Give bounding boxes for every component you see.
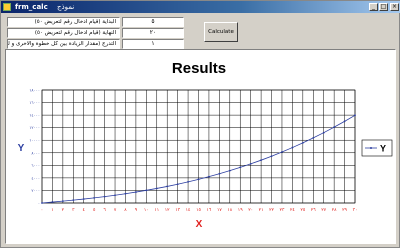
x-tick-label: ١٩: [238, 208, 243, 213]
data-point: [218, 172, 221, 175]
x-tick-label: ٥: [93, 208, 96, 213]
x-tick-label: ٢٦: [311, 208, 316, 213]
x-tick-label: ٩: [135, 208, 138, 213]
step-input[interactable]: ١: [122, 39, 184, 49]
chart-title: Results: [172, 60, 226, 77]
data-point: [249, 162, 252, 165]
x-tick-label: ٣: [72, 207, 75, 213]
x-tick-label: ٤: [83, 208, 86, 213]
maximize-button[interactable]: □: [379, 3, 388, 11]
x-tick-label: ٢١: [259, 208, 264, 213]
y-tick-label: ٨٠٠٠: [31, 150, 40, 155]
end-label: النهاية (قيام ادخال رقم لتعريض ٥٠): [7, 28, 120, 38]
y-axis-label: Y: [18, 143, 25, 154]
data-point: [41, 202, 43, 204]
x-tick-label: ١: [51, 208, 53, 213]
x-tick-label: ١٢: [165, 208, 170, 213]
data-point: [239, 166, 242, 169]
data-point: [322, 131, 325, 134]
data-point: [208, 175, 210, 178]
data-point: [301, 141, 304, 144]
data-point: [155, 187, 158, 190]
data-point: [281, 151, 283, 153]
data-point: [93, 196, 96, 199]
data-point: [135, 191, 137, 193]
chart-svg: Results٠ ١ ٢ ٣ ٤ ٥ ٦ ٧ ٨ ٩ ١٠ ١١ ١٢ ١٣ ١٤ ١٥ ١٦ ١٧ ١٨ ١٩ ٢٠ ٢…: [18, 60, 393, 230]
data-point: [124, 192, 127, 195]
y-tick-label: ١٠٠٠٠: [29, 138, 40, 143]
x-tick-label: ١٨: [227, 208, 232, 213]
data-point: [114, 194, 116, 197]
data-point: [145, 189, 148, 192]
x-tick-label: ٢: [62, 208, 65, 213]
x-tick-label: ٢٧: [321, 208, 326, 213]
x-tick-label: ٢٣: [280, 207, 285, 213]
x-tick-label: ١٠: [144, 208, 149, 213]
x-tick-label: ٦: [103, 208, 106, 213]
app-icon: [3, 3, 11, 11]
data-point: [187, 180, 189, 183]
x-tick-label: ٢٠: [248, 208, 253, 213]
data-point: [260, 159, 262, 162]
data-point: [51, 201, 54, 203]
x-tick-label: ١٥: [196, 208, 201, 213]
data-point: [354, 114, 356, 117]
x-tick-label: ٢٤: [290, 208, 295, 213]
x-axis-label: X: [196, 219, 203, 230]
y-tick-label: ١٦٠٠٠: [29, 100, 40, 105]
calculate-button[interactable]: Calculate: [204, 22, 238, 42]
y-tick-label: ٢٠٠٠: [31, 188, 40, 193]
y-tick-label: ١٨٠٠٠: [29, 88, 40, 93]
x-tick-label: ١٦: [207, 208, 212, 213]
x-tick-label: ٣٠: [353, 207, 358, 213]
start-label: البداية (قيام ادخال رقم لتعريض ٥٠): [7, 17, 120, 27]
app-window: frm_calc نموذج _ □ × ٥ البداية (قيام ادخ…: [0, 0, 400, 248]
legend-marker: [370, 147, 372, 149]
data-point: [312, 136, 315, 139]
y-tick-label: ٠: [38, 201, 40, 206]
x-tick-label: ١٣: [175, 207, 180, 213]
window-title-arabic: نموذج: [57, 3, 75, 11]
minimize-button[interactable]: _: [369, 3, 378, 11]
data-point: [197, 178, 200, 181]
x-tick-label: ٢٨: [332, 208, 337, 213]
y-tick-label: ٤٠٠٠: [31, 175, 40, 180]
data-point: [291, 146, 294, 149]
results-chart: Results ٠ ١ ٢ ٣ ٤ ٥ ٦ ٧ ٨ ٩ ١٠ ١١ ١٢ ١٣ ١٤ ١٥ ١٦ ١٧ ١٨ ١٩ ٢٠ ٢…: [6, 50, 395, 243]
y-tick-label: ٦٠٠٠: [31, 163, 40, 168]
x-tick-label: ٠: [41, 208, 43, 213]
x-tick-label: ١٤: [186, 208, 191, 213]
close-button[interactable]: ×: [390, 3, 399, 11]
y-tick-label: ١٤٠٠٠: [29, 113, 40, 118]
end-input[interactable]: ٢٠: [122, 28, 184, 38]
data-point: [333, 126, 336, 129]
data-point: [103, 195, 106, 198]
x-tick-label: ٧: [114, 208, 117, 213]
data-point: [166, 185, 169, 188]
window-title: frm_calc: [15, 3, 48, 11]
x-tick-label: ١٧: [217, 208, 222, 213]
title-bar[interactable]: frm_calc نموذج _ □ ×: [1, 1, 400, 13]
x-tick-label: ٨: [124, 208, 127, 213]
data-point: [82, 198, 85, 200]
x-tick-label: ٢٩: [342, 208, 347, 213]
data-point: [72, 199, 75, 202]
y-tick-label: ١٢٠٠٠: [29, 125, 40, 130]
data-point: [61, 200, 64, 203]
x-tick-label: ٢٥: [300, 208, 305, 213]
x-tick-label: ١١: [154, 208, 159, 213]
data-point: [228, 169, 231, 172]
data-point: [176, 183, 179, 186]
data-point: [270, 155, 273, 158]
x-tick-label: ٢٢: [269, 208, 274, 213]
data-point: [343, 120, 346, 123]
legend-label: Y: [380, 144, 386, 154]
start-input[interactable]: ٥: [122, 17, 184, 27]
step-label: التدرج (مقدار الزيادة بين كل خطوة والاخر…: [7, 39, 120, 49]
